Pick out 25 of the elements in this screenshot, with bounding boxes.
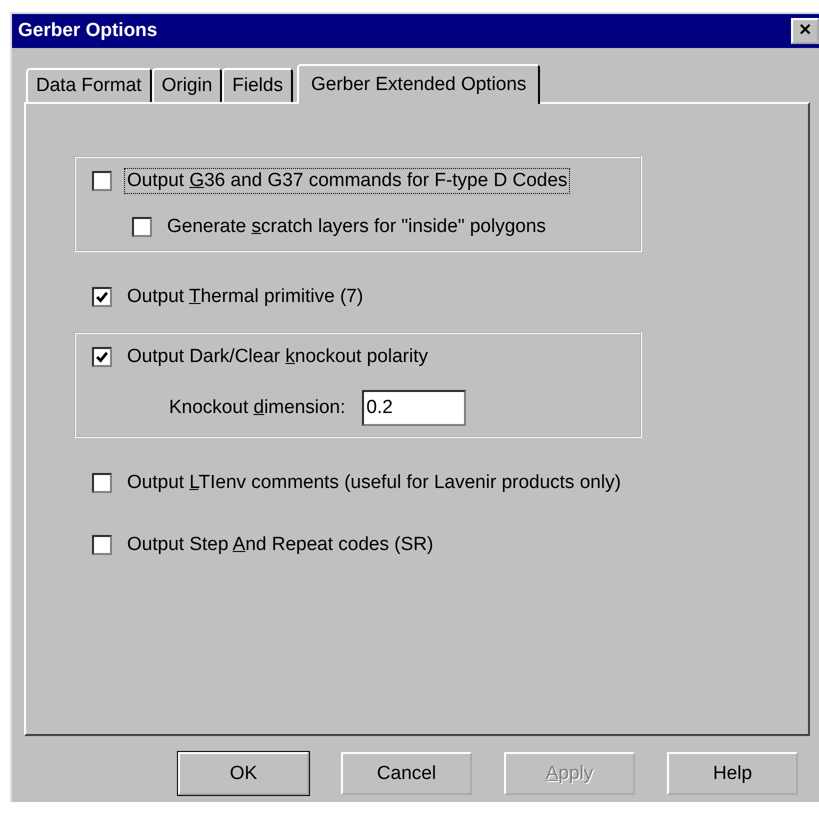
dialog-button[interactable]: Cancel bbox=[341, 752, 472, 795]
dimension-field[interactable]: 0.2 bbox=[362, 390, 466, 426]
checkbox[interactable] bbox=[132, 217, 152, 237]
checkbox-label[interactable]: Output G36 and G37 commands for F-type D Codes bbox=[124, 168, 570, 194]
dialog-button[interactable]: OK bbox=[178, 752, 309, 795]
tab[interactable]: Fields bbox=[222, 68, 293, 102]
checkbox[interactable] bbox=[92, 347, 112, 367]
checkbox[interactable] bbox=[92, 473, 112, 493]
close-button[interactable]: ✕ bbox=[791, 18, 819, 44]
checkbox-label[interactable]: Output Dark/Clear knockout polarity bbox=[124, 344, 431, 370]
window-title: Gerber Options bbox=[18, 20, 158, 42]
check-icon bbox=[95, 290, 109, 304]
field-label: Knockout dimension: bbox=[168, 396, 346, 420]
tab[interactable]: Gerber Extended Options bbox=[296, 64, 540, 104]
checkbox-label[interactable]: Output Step And Repeat codes (SR) bbox=[124, 532, 436, 558]
checkbox[interactable] bbox=[92, 535, 112, 555]
tab[interactable]: Data Format bbox=[26, 68, 152, 102]
dialog-button[interactable]: Help bbox=[667, 752, 798, 795]
checkbox-label[interactable]: Output Thermal primitive (7) bbox=[124, 284, 366, 310]
tab[interactable]: Origin bbox=[152, 68, 222, 102]
checkbox[interactable] bbox=[92, 171, 112, 191]
check-icon bbox=[95, 350, 109, 364]
checkbox-label[interactable]: Generate scratch layers for "inside" polygons bbox=[164, 214, 549, 240]
checkbox[interactable] bbox=[92, 287, 112, 307]
checkbox-label[interactable]: Output LTIenv comments (useful for Lavenir products only) bbox=[124, 470, 624, 496]
